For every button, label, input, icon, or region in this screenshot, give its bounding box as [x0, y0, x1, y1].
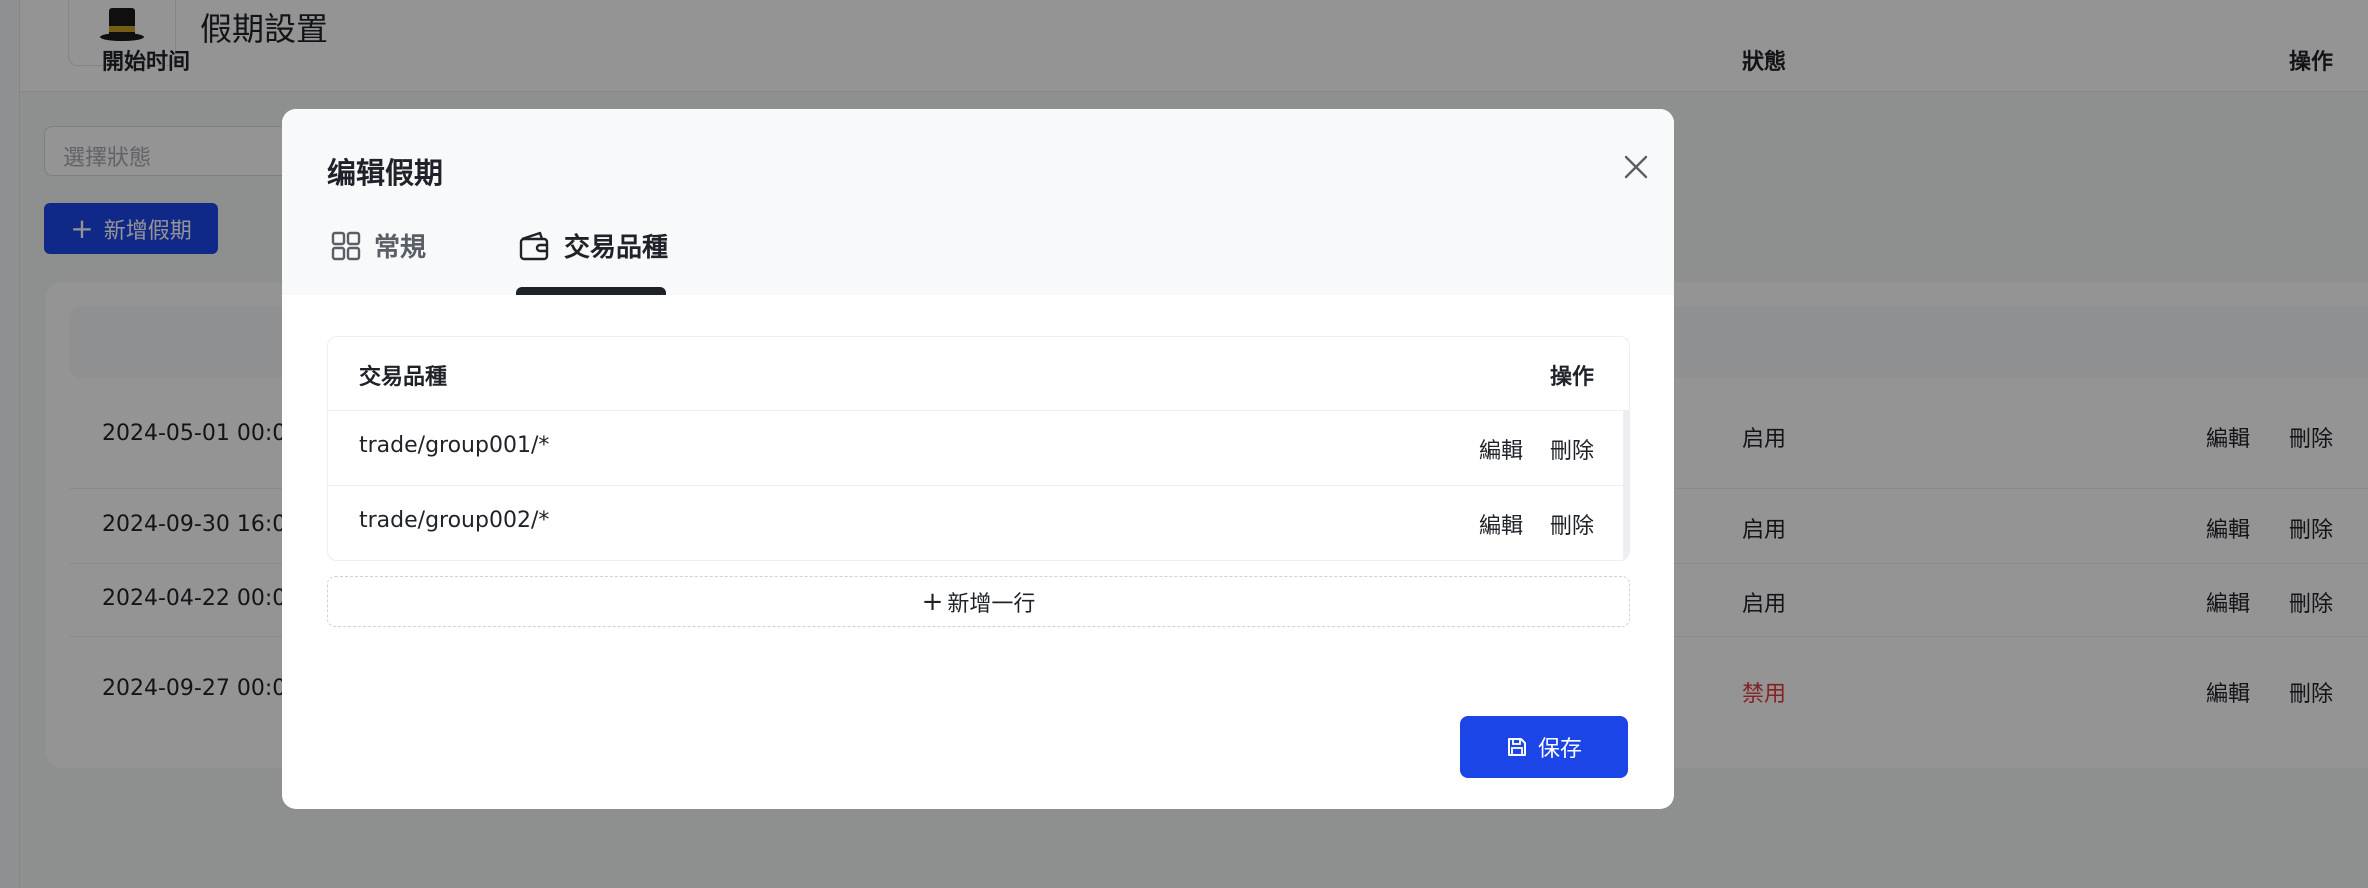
- tab-general-label: 常規: [374, 233, 427, 263]
- add-row-button[interactable]: + 新增一行: [327, 576, 1630, 627]
- modal-header: [282, 109, 1674, 295]
- delete-link[interactable]: 刪除: [1550, 508, 1594, 540]
- symbol-cell: trade/group002/*: [359, 508, 550, 533]
- tab-trading-symbols[interactable]: 交易品種: [518, 227, 668, 264]
- edit-link[interactable]: 編輯: [1479, 433, 1523, 465]
- modal-title: 编辑假期: [327, 156, 444, 190]
- table-scrollbar[interactable]: [1623, 411, 1629, 560]
- row-divider: [328, 410, 1629, 411]
- save-icon: [1507, 738, 1526, 756]
- save-button[interactable]: 保存: [1460, 716, 1628, 778]
- add-row-label: 新增一行: [947, 591, 1036, 617]
- plus-icon: +: [921, 586, 944, 617]
- column-header-actions: 操作: [1550, 365, 1595, 390]
- symbol-cell: trade/group001/*: [359, 433, 550, 458]
- close-button[interactable]: [1620, 151, 1652, 183]
- edit-holiday-modal: 编辑假期 常規 交易品種 交易品種 操作 trade/group001/* 編輯: [282, 109, 1674, 809]
- edit-link[interactable]: 編輯: [1479, 508, 1523, 540]
- grid-icon: [331, 231, 361, 260]
- active-tab-indicator: [516, 287, 666, 295]
- tab-general[interactable]: 常規: [330, 227, 426, 264]
- wallet-icon: [519, 231, 549, 260]
- symbols-table: 交易品種 操作 trade/group001/* 編輯 刪除 trade/gro…: [327, 336, 1630, 561]
- close-icon: [1624, 155, 1648, 179]
- column-header-symbol: 交易品種: [359, 365, 448, 390]
- row-divider: [328, 485, 1629, 486]
- tab-trading-symbols-label: 交易品種: [564, 233, 669, 263]
- save-label: 保存: [1537, 737, 1582, 762]
- delete-link[interactable]: 刪除: [1550, 433, 1594, 465]
